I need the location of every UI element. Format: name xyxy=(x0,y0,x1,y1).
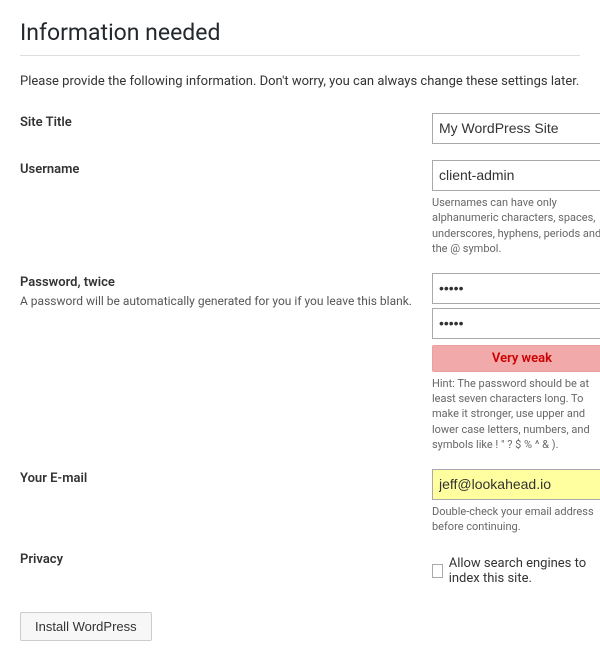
email-input[interactable] xyxy=(432,469,600,500)
username-hint: Usernames can have only alphanumeric cha… xyxy=(432,195,600,257)
site-title-row: Site Title xyxy=(20,107,600,154)
form-table: Site Title Username Usernames can have o… xyxy=(20,107,600,596)
site-title-input[interactable] xyxy=(432,113,600,144)
username-row: Username Usernames can have only alphanu… xyxy=(20,154,600,267)
username-label: Username xyxy=(20,154,422,267)
privacy-row: Privacy Allow search engines to index th… xyxy=(20,544,600,596)
username-input[interactable] xyxy=(432,160,600,191)
privacy-text: Allow search engines to index this site. xyxy=(449,556,600,586)
privacy-field-cell: Allow search engines to index this site. xyxy=(422,544,600,596)
email-field-cell: Double-check your email address before c… xyxy=(422,463,600,545)
password-label-cell: Password, twice A password will be autom… xyxy=(20,267,422,463)
username-field-cell: Usernames can have only alphanumeric cha… xyxy=(422,154,600,267)
page-container: Information needed Please provide the fo… xyxy=(0,0,600,661)
privacy-label: Privacy xyxy=(20,544,422,596)
privacy-checkbox-label[interactable]: Allow search engines to index this site. xyxy=(432,550,600,586)
install-wordpress-button[interactable]: Install WordPress xyxy=(20,612,152,641)
description: Please provide the following information… xyxy=(20,74,580,89)
password-group: Very weak xyxy=(432,273,600,372)
site-title-label: Site Title xyxy=(20,107,422,154)
email-label: Your E-mail xyxy=(20,463,422,545)
password-input[interactable] xyxy=(432,273,600,304)
email-row: Your E-mail Double-check your email addr… xyxy=(20,463,600,545)
password-label: Password, twice xyxy=(20,275,115,290)
password-note: A password will be automatically generat… xyxy=(20,293,412,310)
password-row: Password, twice A password will be autom… xyxy=(20,267,600,463)
password-field-cell: Very weak Hint: The password should be a… xyxy=(422,267,600,463)
site-title-field-cell xyxy=(422,107,600,154)
password-confirm-input[interactable] xyxy=(432,308,600,339)
privacy-checkbox[interactable] xyxy=(432,564,443,578)
email-hint: Double-check your email address before c… xyxy=(432,504,600,535)
page-title: Information needed xyxy=(20,10,580,56)
password-hint: Hint: The password should be at least se… xyxy=(432,376,600,453)
password-strength-bar: Very weak xyxy=(432,345,600,372)
